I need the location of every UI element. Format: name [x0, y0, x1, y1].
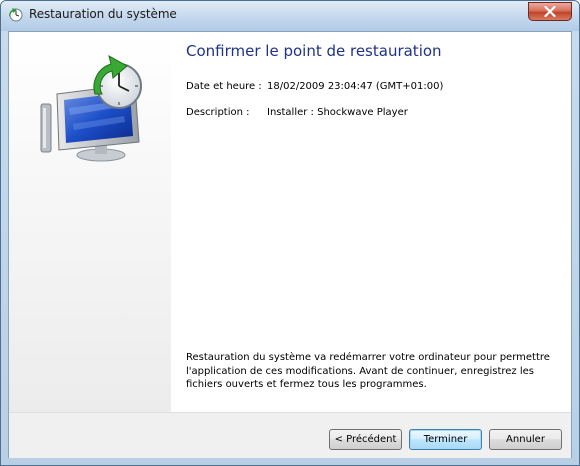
back-button[interactable]: < Précédent: [329, 429, 402, 450]
finish-button[interactable]: Terminer: [409, 429, 482, 450]
dialog-client-area: Confirmer le point de restauration Date …: [8, 31, 572, 458]
restart-note-line: Restauration du système va redémarrer vo…: [186, 352, 550, 363]
title-bar[interactable]: Restauration du système: [1, 1, 579, 31]
date-label: Date et heure :: [186, 81, 262, 92]
restart-note: Restauration du système va redémarrer vo…: [186, 351, 561, 392]
left-panel: [9, 32, 171, 412]
content-panel: Confirmer le point de restauration Date …: [171, 32, 571, 412]
page-title: Confirmer le point de restauration: [186, 42, 442, 60]
restart-note-line: l'application de ces modifications. Avan…: [186, 365, 534, 377]
window-title: Restauration du système: [29, 7, 177, 21]
date-value: 18/02/2009 23:04:47 (GMT+01:00): [267, 81, 444, 92]
cancel-button[interactable]: Annuler: [489, 429, 562, 450]
description-value: Installer : Shockwave Player: [267, 107, 408, 118]
close-icon: [544, 6, 556, 17]
system-restore-window: Restauration du système Confirmer le poi…: [0, 0, 580, 466]
system-restore-icon: [8, 8, 23, 22]
close-button[interactable]: [528, 2, 572, 21]
description-label: Description :: [186, 107, 250, 118]
system-restore-monitor-icon: [40, 55, 142, 162]
button-bar: < Précédent Terminer Annuler: [9, 412, 571, 458]
restart-note-line: fichiers ouverts et fermez tous les prog…: [186, 379, 427, 390]
